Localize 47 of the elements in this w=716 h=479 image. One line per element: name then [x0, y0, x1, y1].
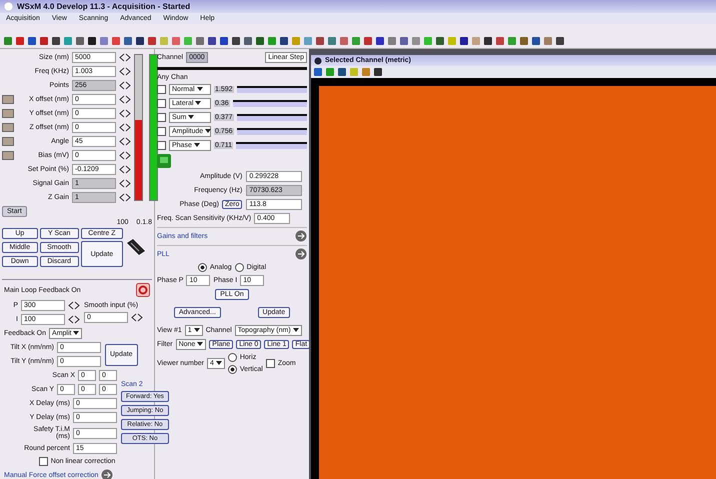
spin-buttons-icon[interactable]: [119, 151, 131, 160]
arrow-icon[interactable]: [295, 230, 307, 242]
checkbox[interactable]: [157, 127, 166, 136]
arrow-icon[interactable]: [295, 248, 307, 260]
checkbox[interactable]: [157, 99, 166, 108]
checkbox[interactable]: [157, 141, 166, 150]
spin-buttons-icon[interactable]: [119, 67, 131, 76]
slider-track[interactable]: [236, 114, 307, 121]
caret-icon: [73, 331, 80, 336]
spin-buttons-icon[interactable]: [68, 315, 80, 324]
checkbox[interactable]: [157, 113, 166, 122]
checkbox[interactable]: [157, 85, 166, 94]
arrow-icon[interactable]: [101, 469, 114, 479]
spin-buttons-icon[interactable]: [119, 95, 131, 104]
app-icon: [4, 2, 13, 11]
refresh-icon[interactable]: [136, 283, 150, 297]
slider-track[interactable]: [236, 86, 307, 93]
radio-button[interactable]: [198, 263, 207, 272]
spin-buttons-icon[interactable]: [119, 81, 131, 90]
caret-icon: [197, 342, 204, 347]
spin-buttons-icon[interactable]: [119, 179, 131, 188]
caret-icon: [194, 328, 200, 333]
caret-icon: [196, 87, 203, 92]
slider-track[interactable]: [232, 100, 307, 107]
caret-icon: [292, 328, 299, 333]
caret-icon: [216, 361, 222, 366]
spin-buttons-icon[interactable]: [119, 165, 131, 174]
checkbox[interactable]: [38, 457, 48, 466]
window-title: WSxM 4.0 Develop 11.3 - Acquisition - Started: [17, 2, 190, 11]
spin-buttons-icon[interactable]: [119, 193, 131, 202]
caret-icon: [205, 129, 212, 134]
spin-buttons-icon[interactable]: [119, 123, 131, 132]
radio-button[interactable]: [228, 365, 237, 374]
spin-buttons-icon[interactable]: [119, 109, 131, 118]
caret-icon: [194, 143, 200, 148]
slider-track[interactable]: [236, 128, 307, 135]
radio-button[interactable]: [234, 263, 244, 272]
radio-button[interactable]: [228, 353, 237, 362]
spin-buttons-icon[interactable]: [131, 313, 143, 322]
spin-buttons-icon[interactable]: [119, 137, 131, 146]
slider-track[interactable]: [236, 142, 307, 149]
spin-buttons-icon[interactable]: [68, 301, 80, 310]
caret-icon: [195, 101, 202, 106]
window-icon: [314, 56, 322, 64]
spin-buttons-icon[interactable]: [119, 53, 131, 62]
checkbox[interactable]: [266, 359, 275, 368]
caret-icon: [188, 115, 194, 120]
